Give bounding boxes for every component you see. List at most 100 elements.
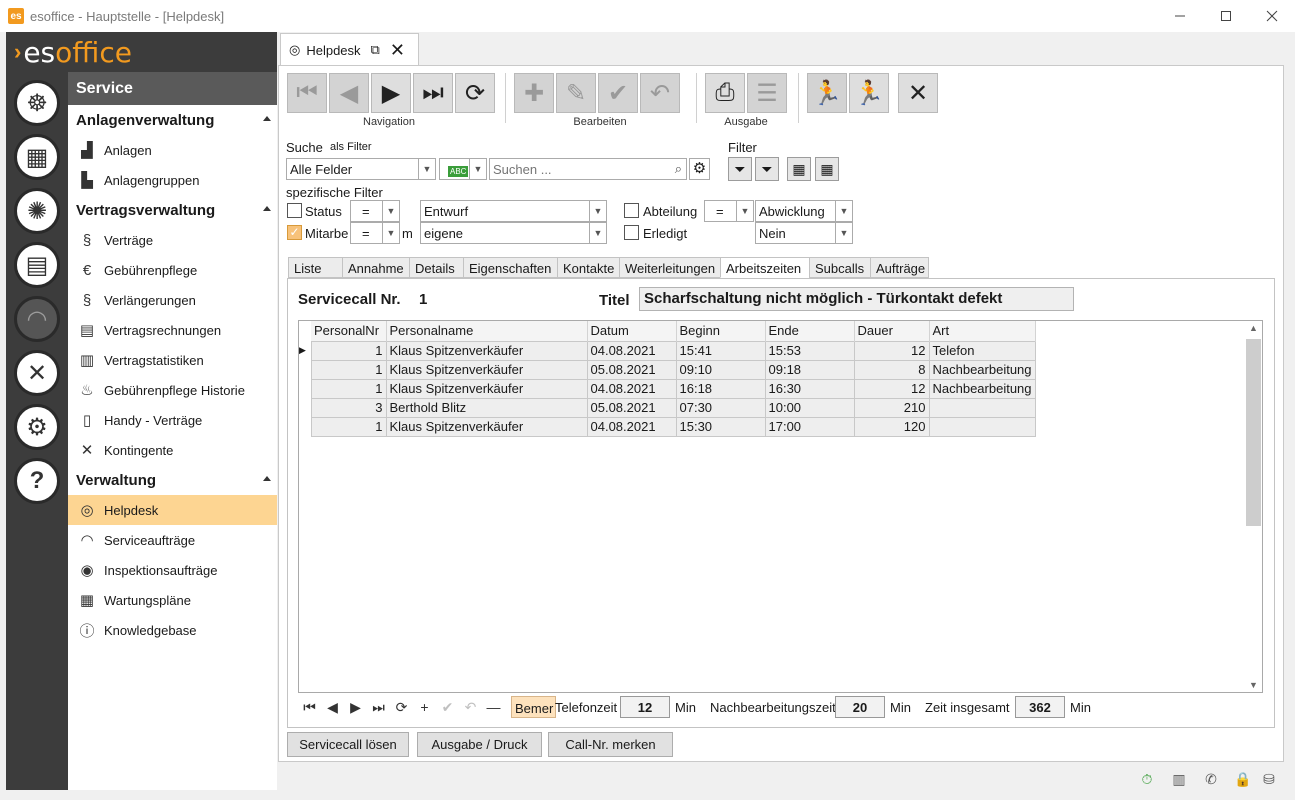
print-button[interactable]: ⎙ (705, 73, 745, 113)
cell-beginn[interactable]: 07:30 (675, 397, 766, 418)
sidebar-item-kontingente[interactable]: ✕ Kontingente (68, 435, 277, 465)
mitarbeiter-value-select[interactable]: eigene ▼ (420, 222, 607, 244)
cell-personalname[interactable]: Klaus Spitzenverkäufer (385, 378, 588, 399)
status-operator-select[interactable]: = ▼ (350, 200, 400, 222)
close-tab-icon[interactable]: ✕ (390, 40, 405, 61)
status-filter-checkbox[interactable] (287, 203, 302, 218)
erledigt-filter-checkbox[interactable] (624, 225, 639, 240)
database-icon[interactable]: ⛁ (1260, 771, 1278, 789)
search-mode-select[interactable]: ABC ▼ (439, 158, 487, 180)
sidebar-item-vertragstatistiken[interactable]: ▥ Vertragstatistiken (68, 345, 277, 375)
sidebar-item-verlaengerungen[interactable]: § Verlängerungen (68, 285, 277, 315)
cell-art[interactable]: Nachbearbeitung (928, 378, 1036, 399)
scroll-up-icon[interactable]: ▲ (1249, 323, 1258, 333)
search-field-select[interactable]: Alle Felder ▼ (286, 158, 436, 180)
cell-personalnr[interactable]: 1 (310, 378, 387, 399)
sidebar-item-anlagen[interactable]: ▟ Anlagen (68, 135, 277, 165)
column-header-personalname[interactable]: Personalname (386, 321, 588, 341)
tab-annahme[interactable]: Annahme (342, 257, 410, 278)
tab-arbeitszeiten[interactable]: Arbeitszeiten (720, 257, 810, 278)
run-button[interactable]: 🏃 (849, 73, 889, 113)
cell-ende[interactable]: 09:18 (764, 359, 855, 380)
sidebar-item-vertragsrechnungen[interactable]: ▤ Vertragsrechnungen (68, 315, 277, 345)
cell-personalname[interactable]: Klaus Spitzenverkäufer (385, 359, 588, 380)
run-disabled-button[interactable]: 🏃 (807, 73, 847, 113)
call-nr-merken-button[interactable]: Call-Nr. merken (548, 732, 673, 757)
tab-liste[interactable]: Liste (288, 257, 343, 278)
edit-button[interactable]: ✎ (556, 73, 596, 113)
cell-personalnr[interactable]: 1 (310, 416, 387, 437)
filter-load-button[interactable]: ▦ (815, 157, 839, 181)
cell-beginn[interactable]: 16:18 (675, 378, 766, 399)
filter-check-button[interactable]: ⏷ (755, 157, 779, 181)
cell-dauer[interactable]: 210 (853, 397, 930, 418)
cell-art[interactable] (928, 397, 1036, 418)
cell-ende[interactable]: 16:30 (764, 378, 855, 399)
column-header-dauer[interactable]: Dauer (854, 321, 930, 341)
save-button[interactable]: ✔ (598, 73, 638, 113)
rail-tools-button[interactable]: ✕ (14, 350, 60, 396)
maximize-button[interactable] (1203, 0, 1249, 32)
cell-ende[interactable]: 15:53 (764, 340, 855, 361)
erledigt-value-select[interactable]: Nein ▼ (755, 222, 853, 244)
close-record-button[interactable]: ✕ (898, 73, 938, 113)
grid-add-icon[interactable]: + (413, 699, 436, 715)
table-row[interactable]: 1 Klaus Spitzenverkäufer 04.08.2021 15:3… (299, 416, 1036, 437)
cell-art[interactable]: Telefon (928, 340, 1036, 361)
table-row[interactable]: ▶ 1 Klaus Spitzenverkäufer 04.08.2021 15… (299, 340, 1036, 361)
sidebar-item-knowledgebase[interactable]: ⓘ Knowledgebase (68, 615, 277, 645)
scroll-thumb[interactable] (1246, 339, 1261, 526)
previous-record-button[interactable]: ◀ (329, 73, 369, 113)
cell-beginn[interactable]: 15:30 (675, 416, 766, 437)
search-icon[interactable]: ⌕ (675, 161, 682, 177)
sidebar-item-gebuehrenpflege-historie[interactable]: ♨ Gebührenpflege Historie (68, 375, 277, 405)
cell-dauer[interactable]: 120 (853, 416, 930, 437)
sidebar-item-inspektionsauftraege[interactable]: ◉ Inspektionsaufträge (68, 555, 277, 585)
lock-icon[interactable]: 🔒 (1234, 771, 1252, 789)
tab-subcalls[interactable]: Subcalls (809, 257, 871, 278)
grid-refresh-icon[interactable]: ⟳ (390, 699, 413, 716)
rail-settings-button[interactable]: ⚙ (14, 404, 60, 450)
ausgabe-druck-button[interactable]: Ausgabe / Druck (417, 732, 542, 757)
grid-delete-icon[interactable]: — (482, 699, 505, 715)
cell-personalnr[interactable]: 1 (310, 359, 387, 380)
stopwatch-icon[interactable]: ⏱ (1138, 771, 1156, 789)
cell-personalname[interactable]: Klaus Spitzenverkäufer (385, 416, 588, 437)
title-field[interactable]: Scharfschaltung nicht möglich - Türkonta… (639, 287, 1074, 311)
rail-finance-button[interactable]: ▤ (14, 242, 60, 288)
rail-help-button[interactable]: ? (14, 458, 60, 504)
sidebar-item-helpdesk[interactable]: ◎ Helpdesk (68, 495, 277, 525)
status-value-select[interactable]: Entwurf ▼ (420, 200, 607, 222)
group-anlagenverwaltung[interactable]: Anlagenverwaltung (68, 105, 277, 135)
cell-datum[interactable]: 05.08.2021 (586, 397, 677, 418)
cell-datum[interactable]: 05.08.2021 (586, 359, 677, 380)
minimize-button[interactable] (1157, 0, 1203, 32)
group-vertragsverwaltung[interactable]: Vertragsverwaltung (68, 195, 277, 225)
popout-icon[interactable]: ⧉ (371, 42, 380, 58)
column-header-datum[interactable]: Datum (587, 321, 677, 341)
abteilung-filter-checkbox[interactable] (624, 203, 639, 218)
cell-datum[interactable]: 04.08.2021 (586, 378, 677, 399)
sidebar-item-gebuehrenpflege[interactable]: € Gebührenpflege (68, 255, 277, 285)
table-row[interactable]: 1 Klaus Spitzenverkäufer 05.08.2021 09:1… (299, 359, 1036, 380)
servicecall-loesen-button[interactable]: Servicecall lösen (287, 732, 409, 757)
scroll-down-icon[interactable]: ▼ (1249, 680, 1258, 690)
arbeitszeiten-grid[interactable]: PersonalNr Personalname Datum Beginn End… (298, 320, 1263, 693)
cell-personalnr[interactable]: 1 (310, 340, 387, 361)
cell-datum[interactable]: 04.08.2021 (586, 416, 677, 437)
cell-personalname[interactable]: Klaus Spitzenverkäufer (385, 340, 588, 361)
cell-dauer[interactable]: 8 (853, 359, 930, 380)
undo-button[interactable]: ↶ (640, 73, 680, 113)
building-icon[interactable]: ▥ (1170, 771, 1188, 789)
search-input[interactable] (490, 159, 666, 179)
rail-ship-wheel-button[interactable]: ☸ (14, 80, 60, 126)
last-record-button[interactable]: ⏭ (413, 73, 453, 113)
tab-auftraege[interactable]: Aufträge (870, 257, 929, 278)
grid-next-icon[interactable]: ▶ (344, 699, 367, 716)
cell-beginn[interactable]: 15:41 (675, 340, 766, 361)
grid-prev-icon[interactable]: ◀ (321, 699, 344, 716)
tab-helpdesk[interactable]: ◎ Helpdesk ⧉ ✕ (280, 33, 419, 66)
tab-weiterleitungen[interactable]: Weiterleitungen (619, 257, 721, 278)
first-record-button[interactable]: ⏮ (287, 73, 327, 113)
sidebar-item-anlagengruppen[interactable]: ▙ Anlagengruppen (68, 165, 277, 195)
